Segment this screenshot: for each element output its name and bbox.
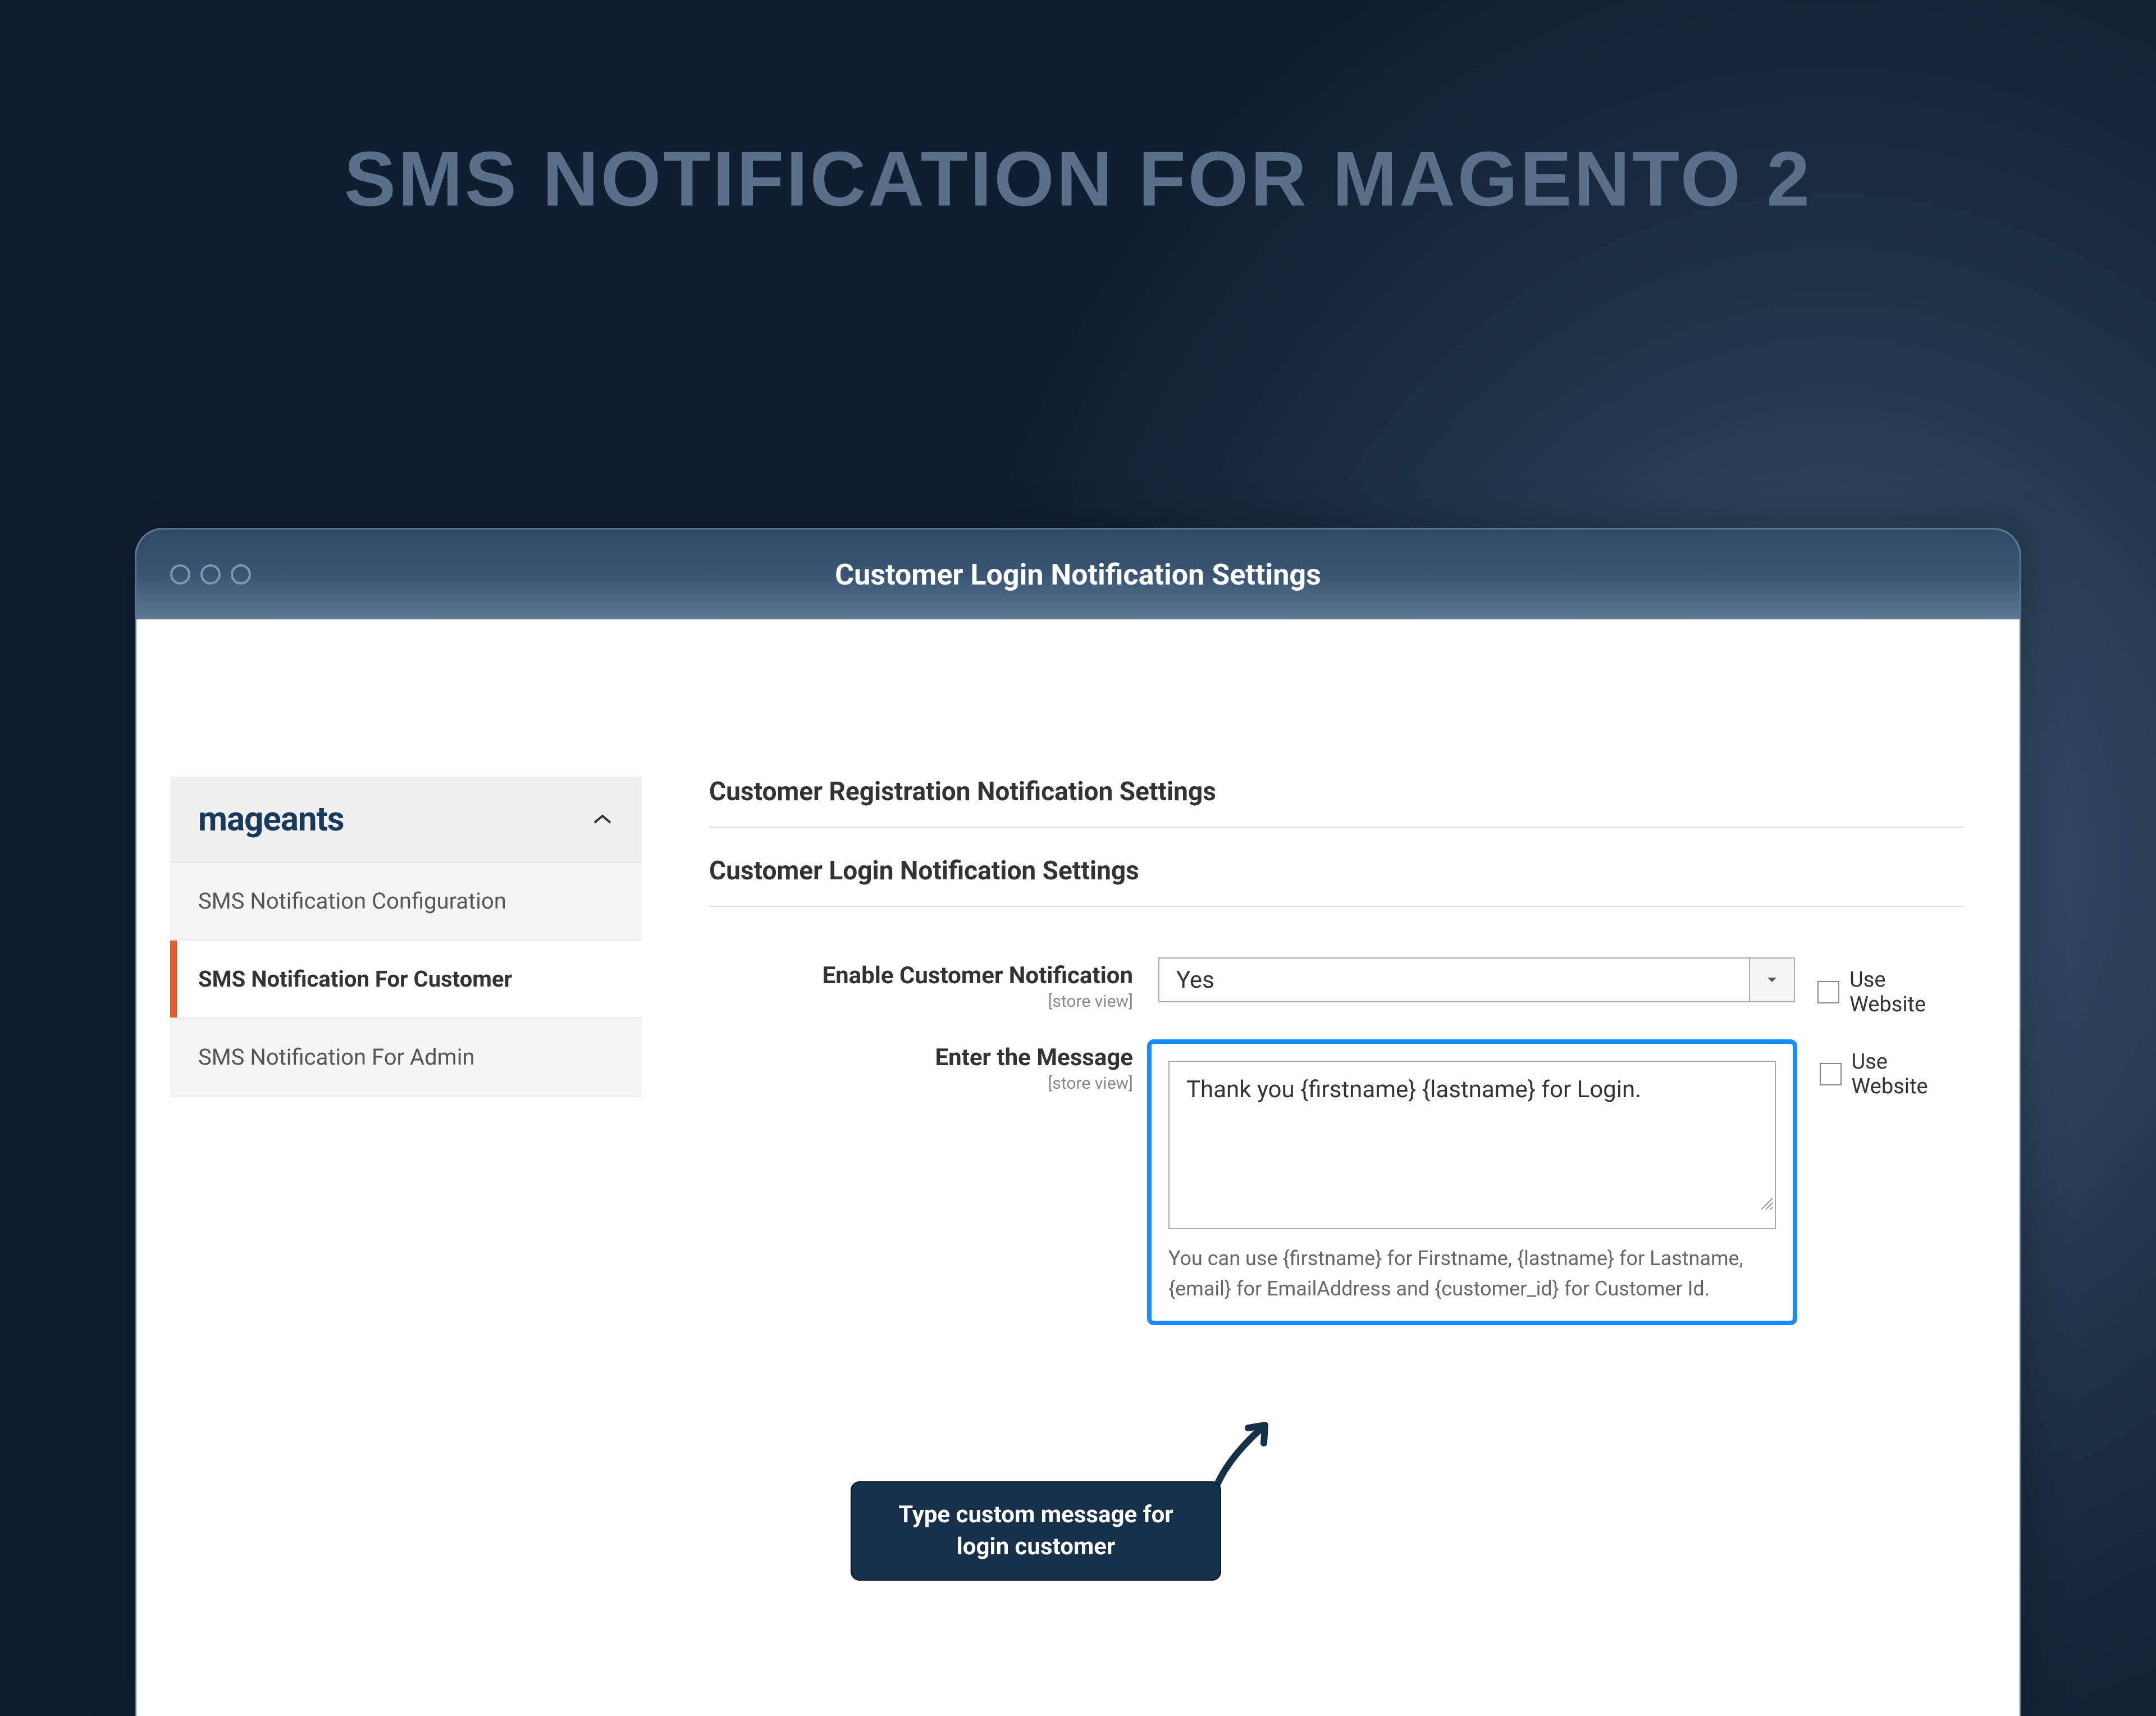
checkbox-icon [1817,981,1839,1003]
main-content: Customer Registration Notification Setti… [709,777,1986,1348]
callout-text: Type custom message for login customer [877,1499,1195,1563]
browser-window: Customer Login Notification Settings mag… [135,528,2021,1716]
enable-use-website[interactable]: Use Website [1817,957,1963,1017]
form-control-col: Yes Use Website [1158,957,1963,1017]
sidebar-item-label: SMS Notification For Admin [198,1044,475,1070]
section-heading-login[interactable]: Customer Login Notification Settings [709,856,1963,907]
enable-select[interactable]: Yes [1158,957,1795,1002]
form-row-enable: Enable Customer Notification [store view… [709,957,1963,1017]
form-row-message: Enter the Message [store view] Thank you… [709,1039,1963,1325]
highlight-box: Thank you {firstname} {lastname} for Log… [1147,1039,1797,1325]
form-control-col: Thank you {firstname} {lastname} for Log… [1158,1039,1963,1325]
enable-label: Enable Customer Notification [709,962,1133,989]
hero-title: SMS NOTIFICATION FOR MAGENTO 2 [0,135,2156,224]
chevron-up-icon [591,808,614,830]
message-label: Enter the Message [709,1044,1133,1071]
form-label-col: Enable Customer Notification [store view… [709,957,1158,1011]
section-heading-registration[interactable]: Customer Registration Notification Setti… [709,777,1963,828]
message-textarea[interactable]: Thank you {firstname} {lastname} for Log… [1168,1061,1776,1229]
enable-scope: [store view] [709,992,1133,1011]
sidebar-header[interactable]: mageants [170,777,642,862]
window-title: Customer Login Notification Settings [136,558,2020,592]
message-use-website[interactable]: Use Website [1820,1039,1963,1099]
sidebar-item-sms-customer[interactable]: SMS Notification For Customer [170,941,642,1019]
message-scope: [store view] [709,1074,1133,1093]
textarea-wrapper: Thank you {firstname} {lastname} for Log… [1168,1061,1776,1229]
enable-select-value: Yes [1158,957,1750,1002]
browser-content: mageants SMS Notification Configuration … [136,619,2020,1381]
sidebar-item-sms-config[interactable]: SMS Notification Configuration [170,862,642,941]
checkbox-label: Use Website [1852,1049,1963,1099]
message-helper-text: You can use {firstname} for Firstname, {… [1168,1243,1776,1304]
checkbox-label: Use Website [1849,967,1963,1017]
sidebar-item-sms-admin[interactable]: SMS Notification For Admin [170,1019,642,1097]
sidebar-item-label: SMS Notification Configuration [198,888,506,914]
form-label-col: Enter the Message [store view] [709,1039,1158,1093]
caret-down-icon [1750,957,1795,1002]
checkbox-icon [1820,1063,1841,1085]
callout-box: Type custom message for login customer [851,1481,1221,1581]
sidebar: mageants SMS Notification Configuration … [170,777,642,1348]
browser-titlebar: Customer Login Notification Settings [136,530,2020,619]
logo: mageants [198,799,344,839]
sidebar-item-label: SMS Notification For Customer [198,966,512,992]
resize-handle-icon[interactable] [1760,1197,1774,1213]
